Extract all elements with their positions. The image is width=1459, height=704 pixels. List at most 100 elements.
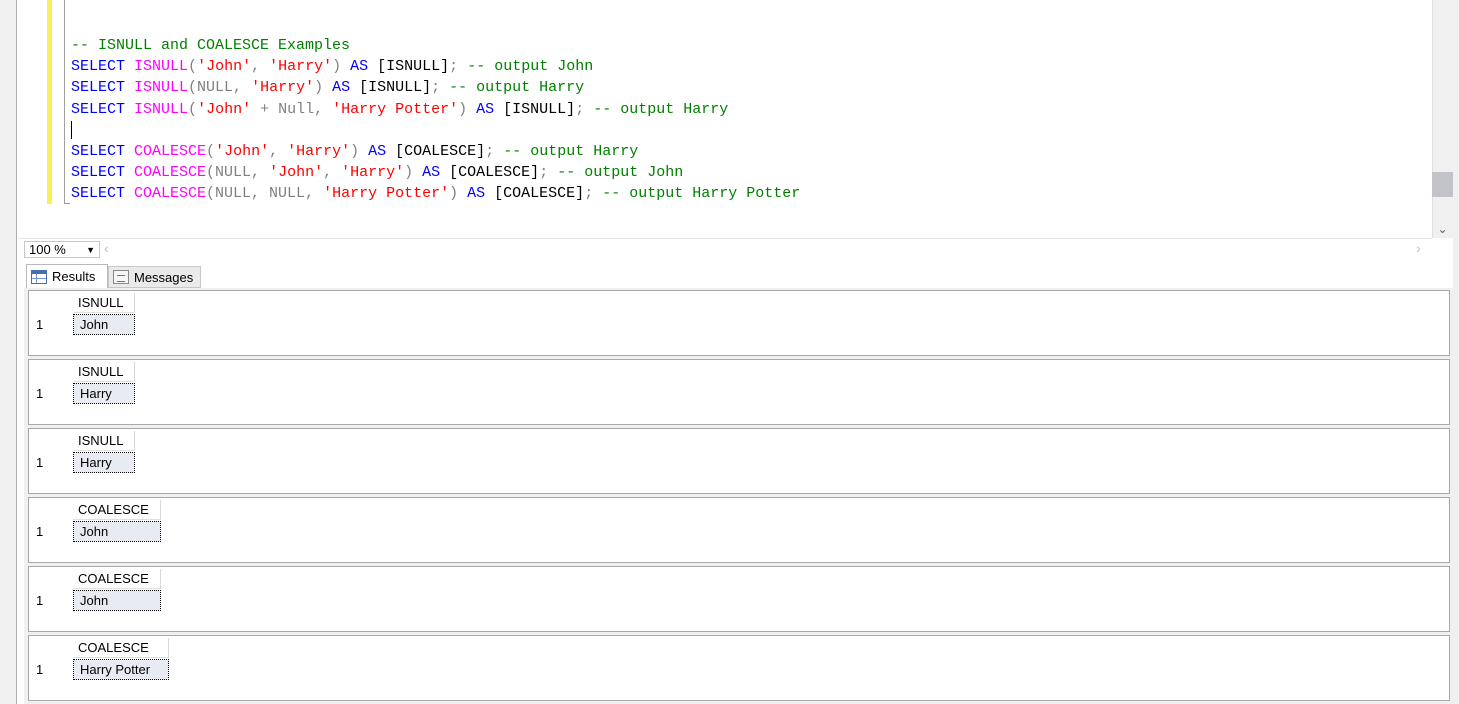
dropdown-arrow-icon[interactable]: ▼ (86, 242, 95, 258)
code-token: (NULL, NULL, (206, 185, 324, 203)
code-token: -- output John (548, 164, 684, 182)
scroll-left-icon[interactable]: ‹ (104, 240, 109, 256)
row-number[interactable]: 1 (36, 522, 43, 542)
result-cell[interactable]: John (73, 314, 135, 335)
code-token: + Null, (251, 100, 333, 118)
code-token: 'John' (269, 164, 324, 182)
column-header[interactable]: ISNULL (73, 362, 135, 382)
code-token: ) (449, 185, 459, 203)
result-cell[interactable]: Harry (73, 383, 135, 404)
tab-results[interactable]: Results (26, 264, 108, 288)
result-grid[interactable]: COALESCE 1 John (28, 566, 1450, 632)
column-header[interactable]: COALESCE (73, 500, 161, 520)
code-token: ISNULL (134, 100, 189, 118)
scroll-down-icon[interactable]: ⌄ (1432, 220, 1453, 238)
editor-vertical-scrollbar[interactable] (1432, 0, 1453, 238)
query-editor[interactable]: -- ISNULL and COALESCE Examples SELECT IS… (18, 0, 1432, 238)
zoom-dropdown[interactable]: 100 % ▼ (24, 241, 100, 258)
code-token: 'Harry Potter' (323, 185, 450, 203)
code-token: -- output John (458, 58, 594, 76)
column-header[interactable]: COALESCE (73, 638, 169, 658)
outline-fold-end (64, 203, 70, 204)
scroll-right-icon[interactable]: › (1416, 240, 1421, 256)
code-token: -- output Harry (584, 100, 729, 118)
results-pane: ISNULL 1 John ISNULL 1 Harry ISNULL 1 Harry COALE… (24, 288, 1454, 704)
code-token: (NULL, (206, 164, 270, 182)
code-token: 'John' (197, 100, 252, 118)
code-line[interactable]: SELECT COALESCE('John', 'Harry') AS [COA… (71, 141, 800, 162)
code-token: ) (314, 79, 324, 97)
code-token: , (323, 164, 342, 182)
code-token: ) (350, 142, 360, 160)
result-cell[interactable]: Harry (73, 452, 135, 473)
result-grid[interactable]: ISNULL 1 John (28, 290, 1450, 356)
code-token: AS (332, 79, 351, 97)
text-caret (71, 120, 72, 139)
row-number[interactable]: 1 (36, 315, 43, 335)
column-header[interactable]: ISNULL (73, 431, 135, 451)
result-grid[interactable]: COALESCE 1 John (28, 497, 1450, 563)
code-token: ; (575, 100, 585, 118)
code-token: [COALESCE] (485, 185, 585, 203)
code-token: 'Harry' (287, 142, 351, 160)
code-token: COALESCE (134, 164, 207, 182)
code-line[interactable]: -- ISNULL and COALESCE Examples (71, 35, 800, 56)
outline-fold-line (64, 0, 65, 204)
result-grid[interactable]: ISNULL 1 Harry (28, 359, 1450, 425)
result-cell[interactable]: John (73, 521, 161, 542)
results-tabs: Results Messages (24, 264, 1454, 288)
code-line[interactable] (71, 120, 800, 141)
code-line[interactable]: SELECT ISNULL('John', 'Harry') AS [ISNUL… (71, 56, 800, 77)
result-cell[interactable]: Harry Potter (73, 659, 169, 680)
code-token: AS (368, 142, 387, 160)
code-token: SELECT (71, 79, 126, 97)
code-token: ( (188, 100, 198, 118)
code-token: [ISNULL] (368, 58, 450, 76)
code-token: 'John' (215, 142, 270, 160)
row-number[interactable]: 1 (36, 591, 43, 611)
code-token: ) (458, 100, 468, 118)
zoom-bar: 100 % ▼ ‹ › (18, 238, 1432, 260)
code-token: SELECT (71, 142, 126, 160)
code-token: COALESCE (134, 185, 207, 203)
code-line[interactable]: SELECT COALESCE(NULL, NULL, 'Harry Potte… (71, 183, 800, 204)
code-token: ; (485, 142, 495, 160)
code-line[interactable]: SELECT ISNULL('John' + Null, 'Harry Pott… (71, 99, 800, 120)
code-line[interactable]: SELECT ISNULL(NULL, 'Harry') AS [ISNULL]… (71, 77, 800, 98)
code-text[interactable]: -- ISNULL and COALESCE Examples SELECT IS… (71, 35, 800, 205)
row-number[interactable]: 1 (36, 660, 43, 680)
code-token: SELECT (71, 58, 126, 76)
row-number[interactable]: 1 (36, 384, 43, 404)
code-token: -- output Harry (494, 142, 639, 160)
code-token: ( (206, 142, 216, 160)
row-number[interactable]: 1 (36, 453, 43, 473)
code-token: ; (431, 79, 441, 97)
code-token: ; (449, 58, 459, 76)
code-token: , (251, 58, 270, 76)
code-token: [COALESCE] (440, 164, 540, 182)
tab-messages[interactable]: Messages (108, 266, 201, 288)
code-token: ISNULL (134, 79, 189, 97)
result-cell[interactable]: John (73, 590, 161, 611)
code-token: 'Harry Potter' (332, 100, 459, 118)
code-token: , (269, 142, 288, 160)
code-token: -- output Harry Potter (593, 185, 801, 203)
column-header[interactable]: ISNULL (73, 293, 135, 313)
scrollbar-thumb[interactable] (1432, 172, 1453, 197)
result-grid[interactable]: COALESCE 1 Harry Potter (28, 635, 1450, 701)
code-token: -- output Harry (440, 79, 585, 97)
code-line[interactable]: SELECT COALESCE(NULL, 'John', 'Harry') A… (71, 162, 800, 183)
code-token: ; (584, 185, 594, 203)
code-token: ) (404, 164, 414, 182)
code-token: COALESCE (134, 142, 207, 160)
column-header[interactable]: COALESCE (73, 569, 161, 589)
result-grid[interactable]: ISNULL 1 Harry (28, 428, 1450, 494)
code-token: AS (467, 185, 486, 203)
